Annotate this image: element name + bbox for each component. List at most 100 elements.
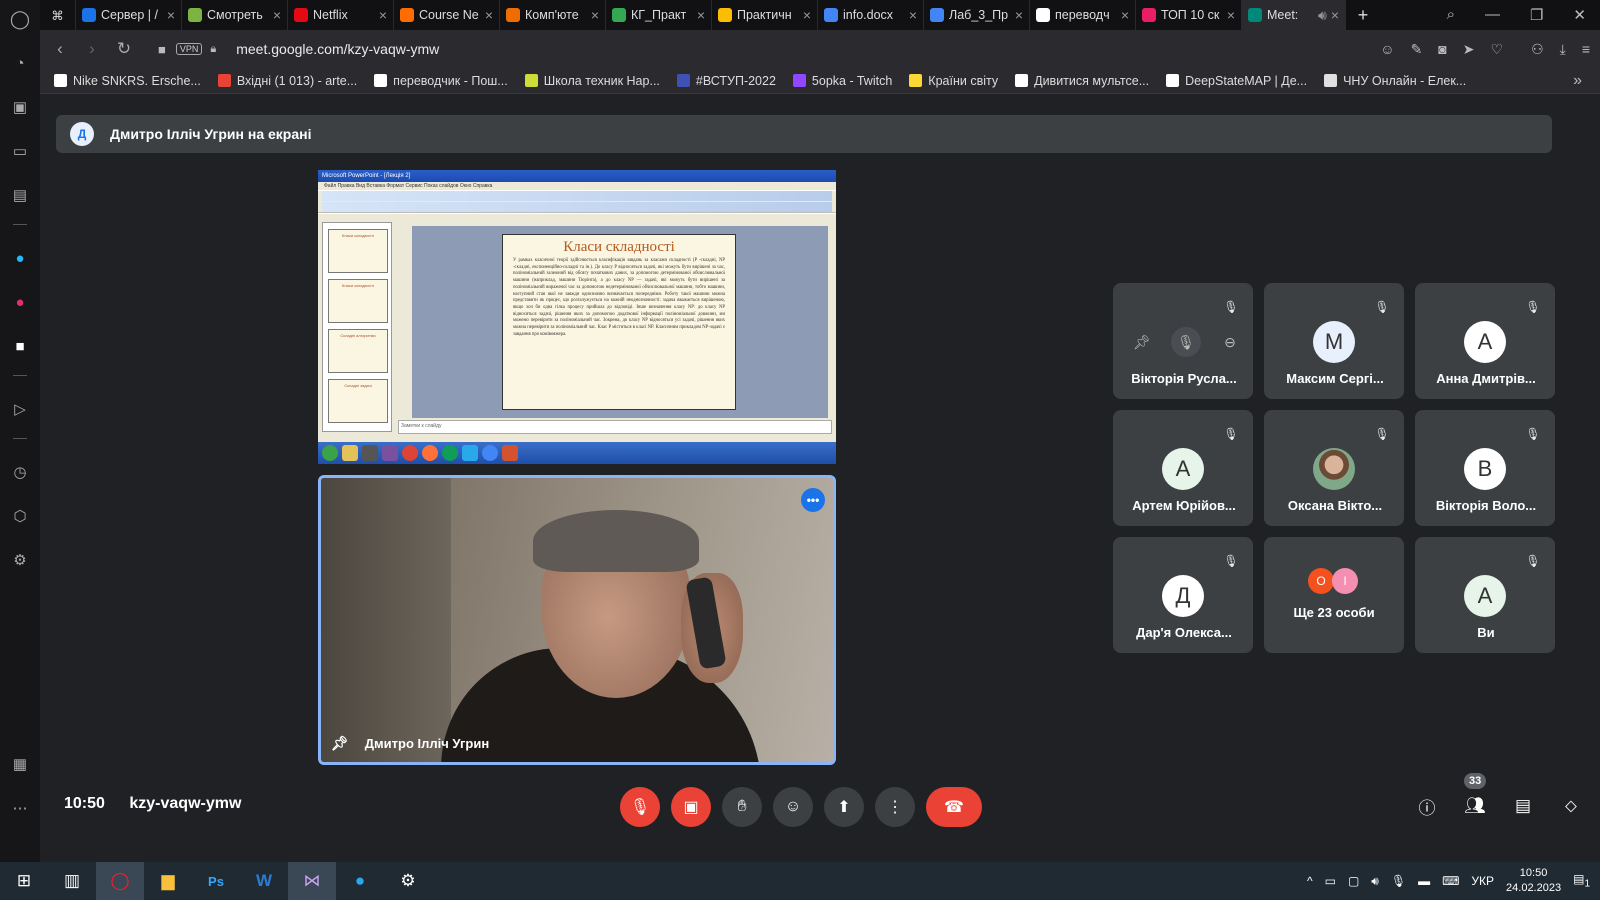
opera-logo-icon[interactable]: ◯ [9,8,31,30]
tray-overflow-icon[interactable]: ^ [1307,874,1313,888]
volume-icon[interactable]: 🔊︎ [1371,874,1379,889]
keyboard-icon[interactable]: ⌨ [1442,874,1459,888]
presenter-camera-tile[interactable]: ••• 📌︎ Дмитро Ілліч Угрин [318,475,836,765]
participant-tile[interactable]: 🎙︎ А Ви [1415,537,1555,653]
tab-close-icon[interactable]: × [1121,7,1129,23]
settings-icon[interactable]: ⚙ [9,549,31,571]
tab-close-icon[interactable]: × [697,7,705,23]
participant-tile[interactable]: 🎙︎ 📌︎ 🎙︎ ⊖ Вікторія Русла... [1113,283,1253,399]
browser-tab[interactable]: Лаб_3_Пр × [924,0,1030,30]
vpn-badge[interactable]: VPN [175,43,203,55]
remove-icon[interactable]: ⊖ [1215,327,1245,357]
language-indicator[interactable]: УКР [1471,874,1494,888]
send-icon[interactable]: ➤ [1463,41,1475,58]
bookmark-item[interactable]: ЧНУ Онлайн - Елек... [1324,74,1466,88]
leave-call-button[interactable]: ☎︎ [926,787,982,827]
tab-close-icon[interactable]: × [1015,7,1023,23]
bookmarks-overflow-icon[interactable]: » [1573,72,1582,90]
download-icon[interactable]: ⤓ [1560,41,1566,58]
device-icon[interactable]: ▢ [1348,874,1359,888]
speed-dial-icon[interactable]: ◔ [9,52,31,74]
more-icon[interactable]: ⋯ [9,797,31,819]
chat-button[interactable]: ▤ [1510,793,1536,819]
url-field[interactable]: meet.google.com/kzy-vaqw-ymw [236,41,439,57]
reactions-button[interactable]: ☺ [773,787,813,827]
bookmark-item[interactable]: переводчик - Пош... [374,74,508,88]
player-icon[interactable]: ▷ [9,398,31,420]
windows-start-icon[interactable]: ⊞ [0,862,48,900]
close-icon[interactable]: ✕ [1573,6,1586,24]
browser-tab[interactable]: ТОП 10 ск × [1136,0,1242,30]
tile-more-options-button[interactable]: ••• [801,488,825,512]
bookmark-item[interactable]: Дивитися мультсе... [1015,74,1149,88]
forward-icon[interactable]: › [76,39,108,59]
history-icon[interactable]: ◷ [9,461,31,483]
pin-icon[interactable]: 📌︎ [1127,327,1157,357]
activities-button[interactable]: ⬦ [1558,793,1584,819]
browser-tab[interactable]: Netflix × [288,0,394,30]
bookmark-item[interactable]: Країни світу [909,74,998,88]
tab-close-icon[interactable]: × [167,7,175,23]
discord-icon[interactable]: ■ [9,335,31,357]
taskbar-clock[interactable]: 10:50 24.02.2023 [1506,866,1561,896]
browser-tab[interactable]: info.docx × [818,0,924,30]
reload-icon[interactable]: ↻ [108,39,140,59]
notifications-icon[interactable]: ▤1 [1573,872,1590,889]
mic-off-button[interactable]: 🎙︎ [620,787,660,827]
instagram-icon[interactable]: ● [9,291,31,313]
tab-workspaces[interactable]: ⌘ [40,0,76,30]
present-button[interactable]: ⬆ [824,787,864,827]
telegram-icon[interactable]: ● [9,247,31,269]
snapshot-icon[interactable]: ◙ [1438,41,1446,58]
browser-tab[interactable]: Сервер | / × [76,0,182,30]
tab-close-icon[interactable]: × [1227,7,1235,23]
screen-share-tile[interactable]: Microsoft PowerPoint - [Лекція 2] Файл П… [318,170,836,464]
participant-tile[interactable]: 🎙︎ А Артем Юрійов... [1113,410,1253,526]
browser-tab[interactable]: переводч × [1030,0,1136,30]
twitch-icon[interactable]: ▭ [9,140,31,162]
bookmark-item[interactable]: 5opka - Twitch [792,74,892,88]
minimize-icon[interactable]: — [1485,6,1500,24]
people-button[interactable]: 33 👥︎ [1462,773,1488,819]
tab-close-icon[interactable]: × [909,7,917,23]
task-view-icon[interactable]: ▥ [48,862,96,900]
browser-tab[interactable]: Смотреть × [182,0,288,30]
meeting-details-button[interactable]: ⓘ [1414,793,1440,819]
tab-close-icon[interactable]: × [485,7,493,23]
telegram-taskbar-icon[interactable]: ● [336,862,384,900]
tab-close-icon[interactable]: × [273,7,281,23]
bookmark-item[interactable]: Школа техник Нар... [524,74,660,88]
new-tab-button[interactable]: + [1346,0,1380,30]
mute-participant-icon[interactable]: 🎙︎ [1171,327,1201,357]
search-tabs-icon[interactable]: ⌕ [1447,6,1455,24]
bookmark-item[interactable]: Nike SNKRS. Ersche... [54,74,201,88]
photoshop-icon[interactable]: Ps [192,862,240,900]
more-options-button[interactable]: ⋮ [875,787,915,827]
bookmark-item[interactable]: #ВСТУП-2022 [676,74,776,88]
settings-taskbar-icon[interactable]: ⚙ [384,862,432,900]
raise-hand-button[interactable]: ✋︎ [722,787,762,827]
menu-icon[interactable]: ≡ [1582,41,1590,58]
browser-tab[interactable]: Комп'ютe × [500,0,606,30]
restore-icon[interactable]: ❐ [1530,6,1543,24]
network-icon[interactable]: ▭ [1325,874,1336,888]
gallery-icon[interactable]: ▦ [9,753,31,775]
participant-tile[interactable]: 🎙︎ М Максим Сергі... [1264,283,1404,399]
edit-icon[interactable]: ✎ [1411,41,1423,58]
tab-close-icon[interactable]: × [803,7,811,23]
camera-permission-icon[interactable]: ■ [158,42,166,57]
apps-icon[interactable]: ▤ [9,184,31,206]
word-icon[interactable]: W [240,862,288,900]
back-icon[interactable]: ‹ [44,39,76,59]
battery-icon[interactable]: ▬ [1418,874,1430,888]
lock-icon[interactable]: 🔒︎ [210,43,216,56]
file-explorer-icon[interactable]: ▆ [144,862,192,900]
tab-close-icon[interactable]: × [591,7,599,23]
visual-studio-icon[interactable]: ⋈ [288,862,336,900]
browser-tab[interactable]: КГ_Практ × [606,0,712,30]
bookmark-item[interactable]: Вхідні (1 013) - arte... [217,74,357,88]
browser-tab[interactable]: Практичн × [712,0,818,30]
shopping-icon[interactable]: ▣ [9,96,31,118]
camera-off-button[interactable]: ▣ [671,787,711,827]
browser-tab[interactable]: Meet: 🔊︎ × [1242,0,1346,30]
